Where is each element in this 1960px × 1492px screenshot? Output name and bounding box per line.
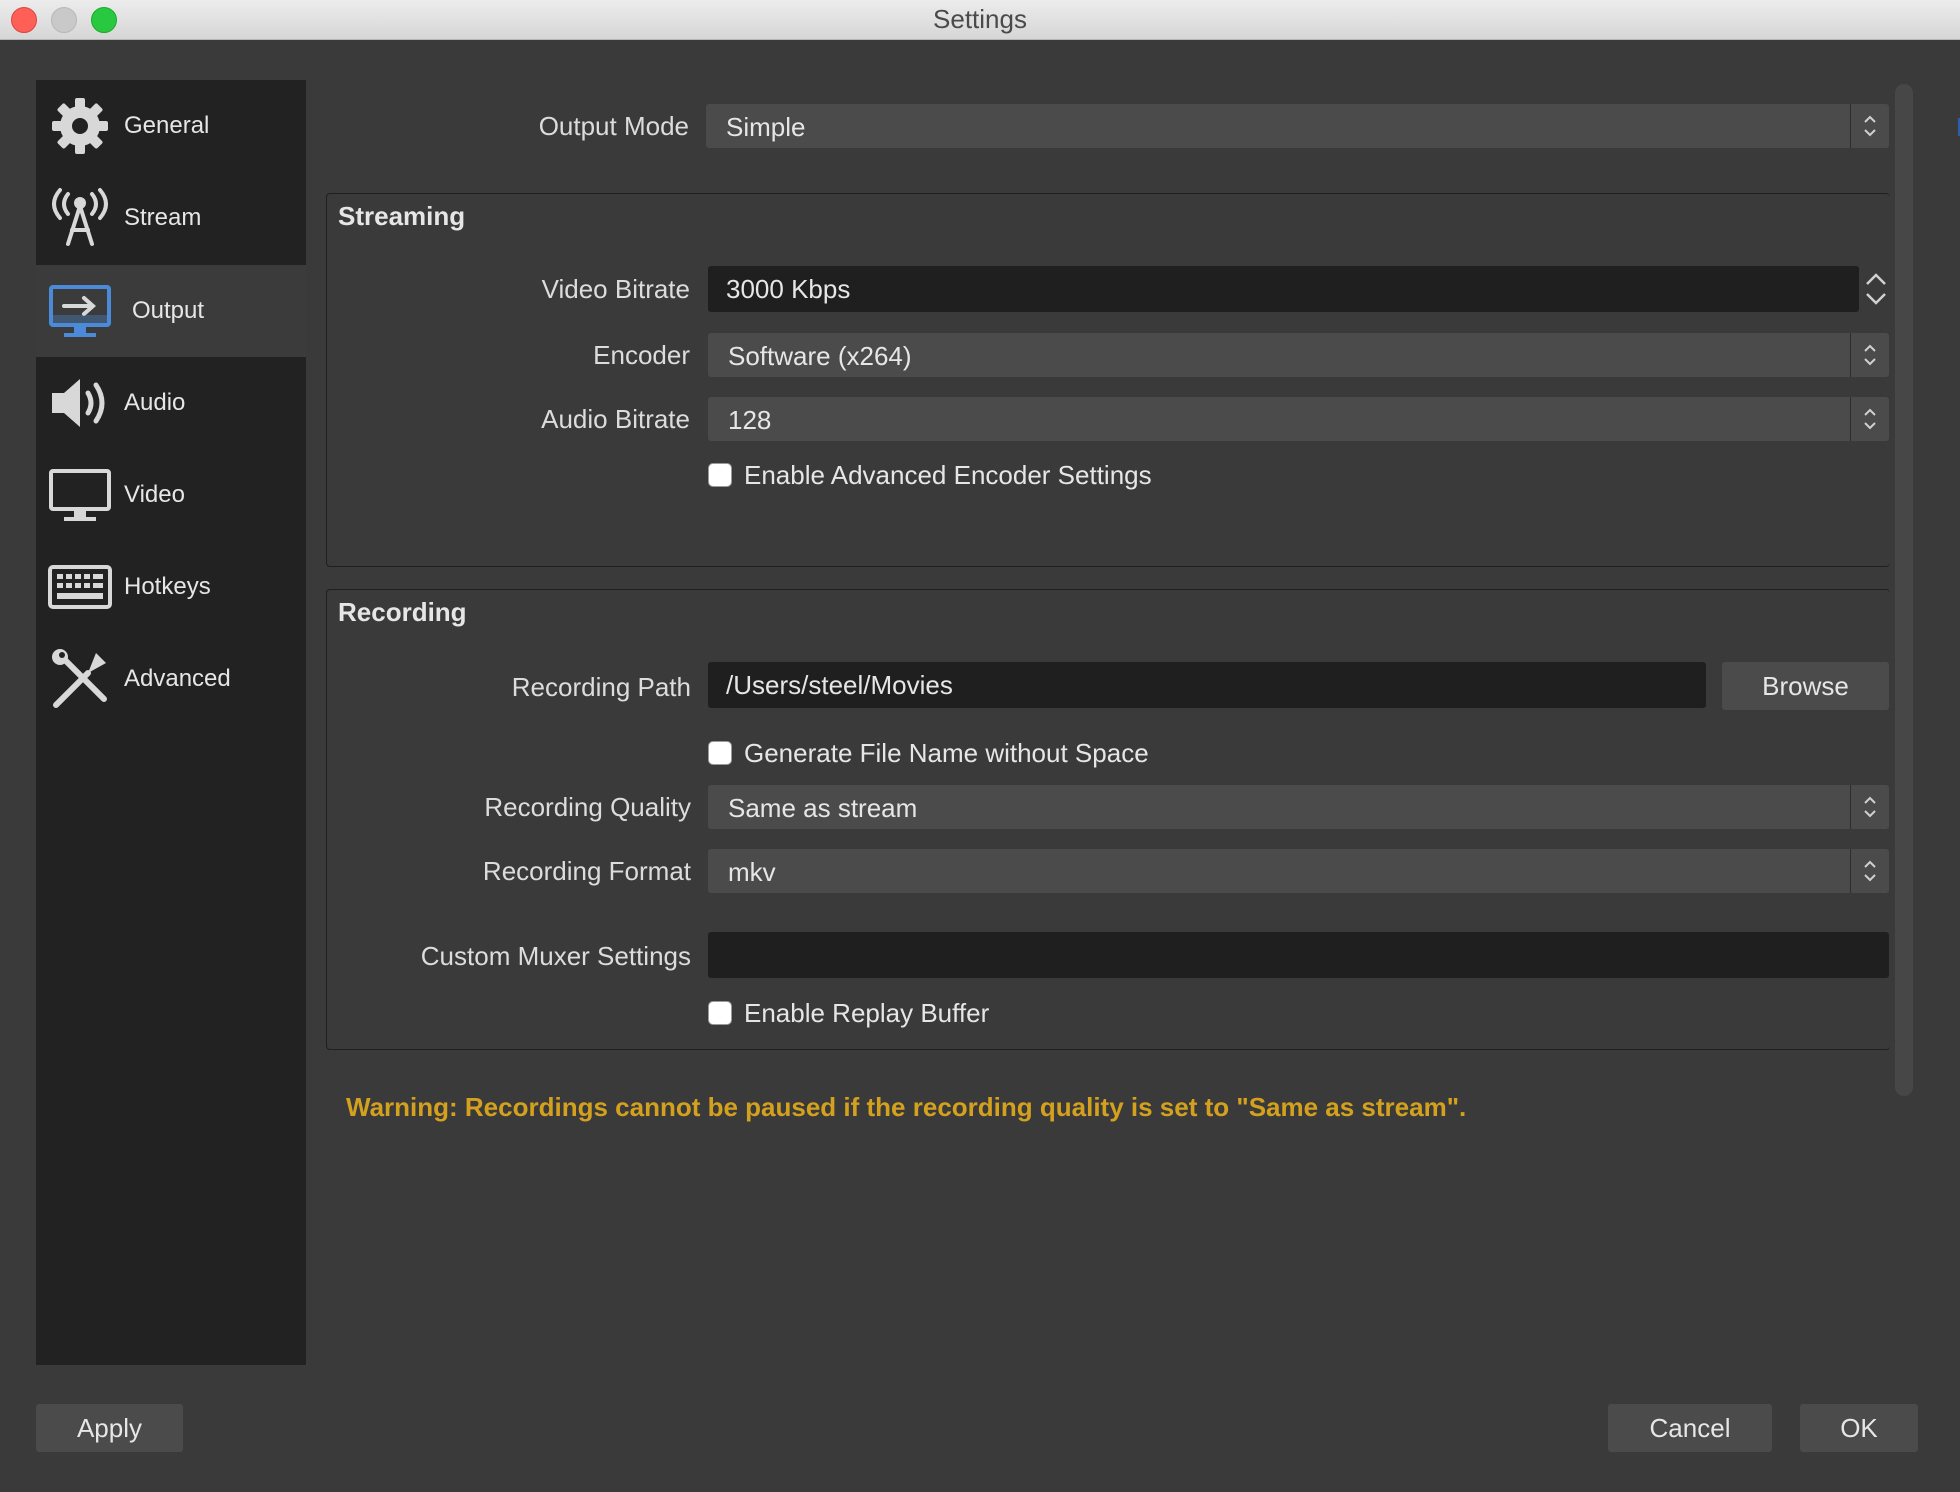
updown-arrows-icon — [1850, 785, 1889, 829]
output-mode-label: Output Mode — [538, 111, 689, 141]
replay-buffer-checkbox[interactable] — [708, 1001, 732, 1025]
updown-arrows-icon — [1850, 104, 1889, 148]
tools-icon — [48, 647, 112, 711]
sidebar-item-advanced[interactable]: Advanced — [36, 633, 306, 725]
apply-button[interactable]: Apply — [36, 1404, 183, 1452]
recording-quality-label: Recording Quality — [484, 792, 691, 822]
title-bar: Settings — [0, 0, 1960, 40]
recording-path-input[interactable]: /Users/steel/Movies — [708, 662, 1706, 708]
updown-arrows-icon — [1850, 333, 1889, 377]
video-bitrate-input[interactable]: 3000 Kbps — [708, 266, 1859, 312]
output-monitor-icon — [48, 279, 112, 343]
sidebar-item-audio[interactable]: Audio — [36, 357, 306, 449]
advanced-encoder-checkbox-row[interactable]: Enable Advanced Encoder Settings — [708, 459, 1152, 491]
window-title: Settings — [933, 4, 1027, 34]
speaker-icon — [48, 371, 112, 435]
browse-button[interactable]: Browse — [1722, 662, 1889, 710]
recording-format-select[interactable]: mkv — [708, 849, 1889, 893]
recording-path-label: Recording Path — [511, 672, 691, 702]
cancel-button[interactable]: Cancel — [1608, 1404, 1772, 1452]
no-space-checkbox-row[interactable]: Generate File Name without Space — [708, 737, 1149, 769]
sidebar-item-label: Video — [124, 481, 185, 508]
output-mode-value: Simple — [726, 112, 806, 142]
encoder-value: Software (x264) — [728, 341, 912, 371]
updown-arrows-icon — [1850, 397, 1889, 441]
custom-muxer-input[interactable] — [708, 932, 1889, 978]
sidebar-item-stream[interactable]: Stream — [36, 172, 306, 264]
output-mode-select[interactable]: Simple — [706, 104, 1889, 148]
video-bitrate-value: 3000 Kbps — [726, 274, 851, 304]
audio-bitrate-label: Audio Bitrate — [541, 404, 690, 434]
replay-buffer-label: Enable Replay Buffer — [744, 997, 990, 1028]
sidebar-item-label: Output — [132, 297, 205, 324]
recording-quality-select[interactable]: Same as stream — [708, 785, 1889, 829]
sidebar-item-label: Advanced — [124, 665, 231, 692]
gear-icon — [48, 94, 112, 158]
custom-muxer-label: Custom Muxer Settings — [420, 941, 691, 971]
video-bitrate-stepper[interactable] — [1859, 266, 1893, 312]
advanced-encoder-checkbox[interactable] — [708, 463, 732, 487]
keyboard-icon — [48, 555, 112, 619]
sidebar-item-output[interactable]: Output — [36, 265, 306, 357]
audio-bitrate-value: 128 — [728, 405, 772, 435]
sidebar-item-hotkeys[interactable]: Hotkeys — [36, 541, 306, 633]
audio-bitrate-select[interactable]: 128 — [708, 397, 1889, 441]
no-space-label: Generate File Name without Space — [744, 737, 1149, 768]
monitor-icon — [48, 463, 112, 527]
encoder-select[interactable]: Software (x264) — [708, 333, 1889, 377]
sidebar-item-label: Stream — [124, 204, 202, 231]
antenna-icon — [48, 186, 112, 250]
sidebar-item-label: Audio — [124, 389, 186, 416]
recording-quality-value: Same as stream — [728, 793, 918, 823]
recording-format-value: mkv — [728, 857, 776, 887]
ok-button[interactable]: OK — [1800, 1404, 1918, 1452]
encoder-label: Encoder — [593, 340, 690, 370]
recording-group-title: Recording — [338, 597, 467, 627]
scrollbar[interactable] — [1895, 84, 1913, 1096]
warning-message: Warning: Recordings cannot be paused if … — [346, 1092, 1467, 1122]
recording-path-value: /Users/steel/Movies — [726, 670, 953, 700]
sidebar-item-label: Hotkeys — [124, 573, 211, 600]
no-space-checkbox[interactable] — [708, 741, 732, 765]
video-bitrate-label: Video Bitrate — [541, 274, 690, 304]
updown-arrows-icon — [1850, 849, 1889, 893]
sidebar-item-general[interactable]: General — [36, 80, 306, 172]
recording-format-label: Recording Format — [482, 856, 691, 886]
settings-sidebar: General Stream Output Audio Video Hotkey… — [36, 80, 306, 1365]
sidebar-item-label: General — [124, 112, 210, 139]
streaming-group — [326, 193, 1890, 567]
replay-buffer-checkbox-row[interactable]: Enable Replay Buffer — [708, 997, 989, 1029]
advanced-encoder-label: Enable Advanced Encoder Settings — [744, 459, 1152, 490]
sidebar-item-video[interactable]: Video — [36, 449, 306, 541]
streaming-group-title: Streaming — [338, 201, 466, 231]
